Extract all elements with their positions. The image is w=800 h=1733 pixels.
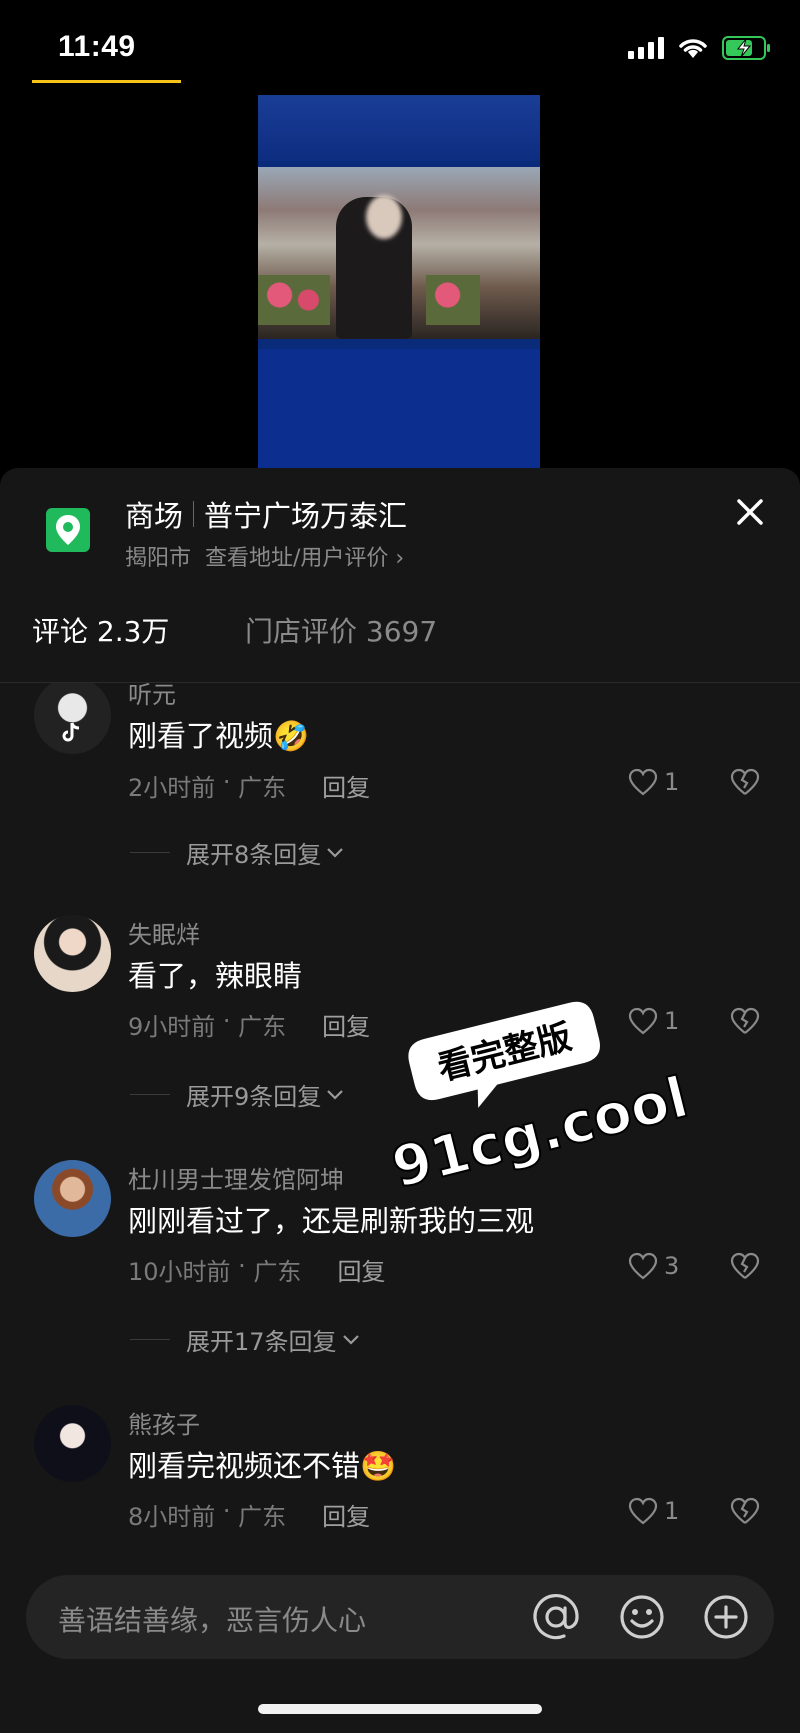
close-icon[interactable] xyxy=(730,492,770,532)
emoji-icon[interactable] xyxy=(616,1591,668,1643)
comment-username[interactable]: 失眠烊 xyxy=(128,915,200,950)
comment-text: 刚看完视频还不错🤩 xyxy=(128,1449,397,1483)
avatar[interactable] xyxy=(34,683,111,754)
map-pin-icon xyxy=(56,515,80,545)
location-icon[interactable] xyxy=(46,508,90,552)
comment-meta: 2小时前 · 广东 回复 xyxy=(128,768,371,803)
comment-input-bar: 善语结善缘，恶言伤人心 xyxy=(0,1553,800,1733)
like-count: 1 xyxy=(664,1497,680,1525)
home-indicator[interactable] xyxy=(258,1704,542,1714)
comment-meta: 10小时前 · 广东 回复 xyxy=(128,1252,386,1287)
like-button[interactable]: 1 xyxy=(628,1007,679,1035)
tab-store-reviews[interactable]: 门店评价 3697 xyxy=(245,610,437,650)
like-button[interactable]: 3 xyxy=(628,1252,679,1280)
broken-heart-icon[interactable] xyxy=(730,1497,760,1525)
at-icon[interactable] xyxy=(530,1591,582,1643)
heart-icon xyxy=(628,1007,658,1035)
comment-input[interactable]: 善语结善缘，恶言伤人心 xyxy=(26,1575,774,1659)
location-detail-link[interactable]: 查看地址/用户评价 › xyxy=(205,540,404,572)
active-tab-indicator xyxy=(32,80,181,83)
avatar[interactable] xyxy=(34,915,111,992)
reply-button[interactable]: 回复 xyxy=(322,768,370,803)
reply-button[interactable]: 回复 xyxy=(337,1252,385,1287)
location-subtitle[interactable]: 揭阳市 查看地址/用户评价 › xyxy=(125,540,404,572)
title-separator xyxy=(193,501,195,527)
comment-username[interactable]: 熊孩子 xyxy=(128,1405,200,1440)
tab-bar: 评论 2.3万 门店评价 3697 xyxy=(0,600,800,682)
plus-icon[interactable] xyxy=(700,1591,752,1643)
heart-icon xyxy=(628,1252,658,1280)
signal-icon xyxy=(628,37,664,59)
video-photo xyxy=(258,167,540,339)
broken-heart-icon[interactable] xyxy=(730,768,760,796)
location-city: 揭阳市 xyxy=(125,546,192,571)
comment-input-placeholder[interactable]: 善语结善缘，恶言伤人心 xyxy=(58,1599,366,1639)
video-frame[interactable] xyxy=(258,95,540,468)
expand-replies[interactable]: 展开17条回复 xyxy=(130,1322,361,1357)
expand-replies[interactable]: 展开8条回复 xyxy=(130,835,345,870)
video-banner xyxy=(258,95,540,161)
like-button[interactable]: 1 xyxy=(628,1497,679,1525)
heart-icon xyxy=(628,768,658,796)
comment-text: 刚刚看过了，还是刷新我的三观 xyxy=(128,1204,535,1238)
comment-text: 刚看了视频🤣 xyxy=(128,719,310,753)
location-category: 商场 xyxy=(125,499,184,533)
chevron-down-icon xyxy=(327,847,344,858)
video-blue-area xyxy=(258,349,540,468)
heart-icon xyxy=(628,1497,658,1525)
broken-heart-icon[interactable] xyxy=(730,1252,760,1280)
comment-list[interactable]: 听元 刚看了视频🤣 2小时前 · 广东 回复 1 展开8条回复 失眠烊 看了，辣… xyxy=(0,683,800,1553)
comment-text: 看了，辣眼睛 xyxy=(128,959,303,993)
avatar[interactable] xyxy=(34,1160,111,1237)
video-preview[interactable] xyxy=(0,95,800,468)
location-title[interactable]: 商场 普宁广场万泰汇 xyxy=(125,493,407,535)
comment-meta: 9小时前 · 广东 回复 xyxy=(128,1007,371,1042)
emoji-laugh: 🤣 xyxy=(273,719,310,753)
comment-username[interactable]: 听元 xyxy=(128,683,176,710)
reply-button[interactable]: 回复 xyxy=(322,1497,370,1532)
like-count: 3 xyxy=(664,1252,680,1280)
tab-comments[interactable]: 评论 2.3万 xyxy=(32,610,169,650)
emoji-star-eyes: 🤩 xyxy=(360,1449,397,1483)
wifi-icon xyxy=(679,39,707,58)
reply-button[interactable]: 回复 xyxy=(322,1007,370,1042)
broken-heart-icon[interactable] xyxy=(730,1007,760,1035)
status-time: 11:49 xyxy=(58,30,136,63)
comment-username[interactable]: 杜川男士理发馆阿坤 xyxy=(128,1160,344,1195)
battery-charging-icon xyxy=(722,36,770,60)
comment-meta: 8小时前 · 广东 回复 xyxy=(128,1497,371,1532)
status-icons xyxy=(628,36,772,60)
tiktok-icon xyxy=(62,722,80,742)
like-count: 1 xyxy=(664,1007,680,1035)
chevron-down-icon xyxy=(342,1334,359,1345)
chevron-down-icon xyxy=(327,1089,344,1100)
location-name: 普宁广场万泰汇 xyxy=(204,499,408,533)
like-count: 1 xyxy=(664,768,680,796)
expand-replies[interactable]: 展开9条回复 xyxy=(130,1077,345,1112)
like-button[interactable]: 1 xyxy=(628,768,679,796)
avatar[interactable] xyxy=(34,1405,111,1482)
